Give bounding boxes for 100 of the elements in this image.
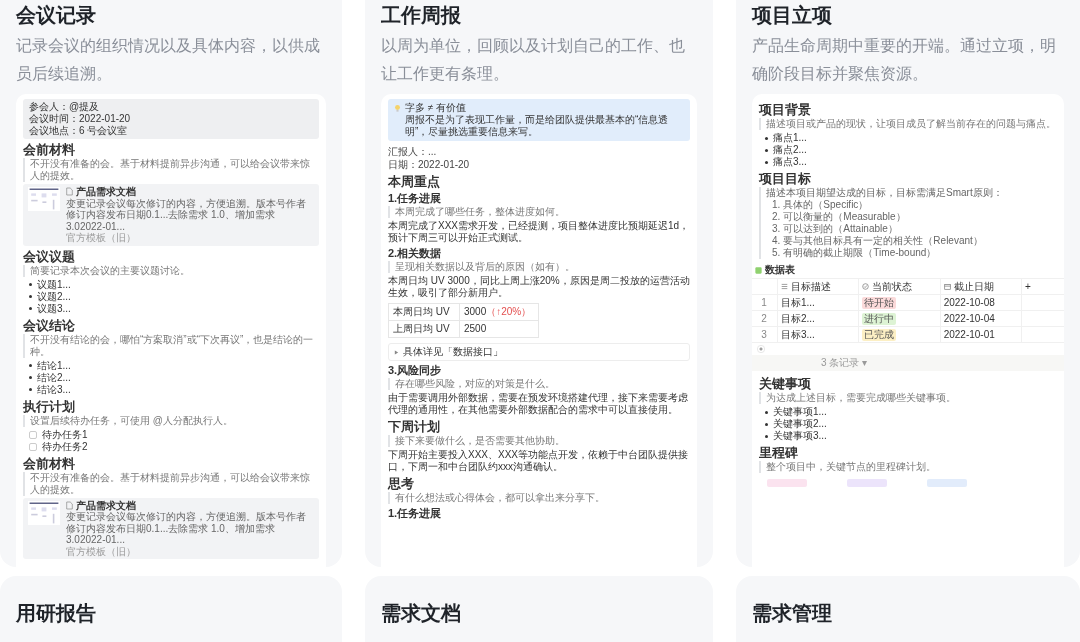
doc-quote: 描述本项目期望达成的目标，目标需满足Smart原则： [766,187,1004,199]
doc-quote: 存在哪些风险，对应的对策是什么。 [388,378,690,390]
table-cell: 2022-10-01 [939,327,1021,342]
checkbox[interactable] [29,430,37,439]
doc-quote: 不开没有结论的会，哪怕“方案取消”或“下次再议”，也是结论的一种。 [23,333,319,358]
template-card[interactable] [736,0,1080,567]
doc-heading: 项目背景 [759,103,812,117]
list-item: 要与其他目标具有一定的相关性（Relevant） [783,235,983,247]
table-cell-text: 本周日均 UV [392,305,451,319]
toggle-label: 具体详见「数据接口」 [403,346,503,358]
toggle-block[interactable]: 具体详见「数据接口」 [388,343,690,361]
column-header: 当前状态 [872,280,913,293]
bullet-icon [29,364,32,367]
table-cell: 2500 [459,321,538,337]
document-link-card[interactable]: 产品需求文档 变更记录会议每次修订的内容，方便追溯。版本号作者修订内容发布日期0.1...去除需求 1.0、增加需求 3.02022-01... 官方模板（旧） [23,184,319,246]
document-link-card[interactable]: 产品需求文档 变更记录会议每次修订的内容，方便追溯。版本号作者修订内容发布日期0.1...去除需求 1.0、增加需求 3.02022-01... 官方模板（旧） [23,497,319,559]
template-card[interactable] [0,0,342,567]
checkbox[interactable] [29,442,37,451]
doc-heading: 会议结论 [23,318,76,333]
bullet-icon [29,388,32,391]
todo-item: 待办任务2 [42,440,88,453]
list-item: 痛点2... [773,144,807,156]
card-title: 需求文档 [381,601,462,626]
bullet-icon [765,422,768,426]
card-title: 项目立项 [752,3,833,28]
list-item: 关键事项1... [773,406,827,418]
table-cell-text: 上周日均 UV [392,322,451,336]
doc-heading: 里程碑 [759,446,799,460]
card-title: 会议记录 [16,3,97,28]
list-item: 有明确的截止期限（Time-bound） [783,247,937,259]
doc-heading: 执行计划 [23,399,76,414]
doc-heading: 关键事项 [759,377,812,391]
bullet-icon [29,295,32,298]
info-line: 参会人：@提及 [29,101,101,113]
info-line: 汇报人：... [388,145,438,158]
doc-heading: 本周重点 [388,175,441,189]
table-cell: 3000（↑20%） [459,304,538,320]
doc-quote: 整个项目中，关键节点的里程碑计划。 [759,461,1057,473]
bullet-icon [29,307,32,310]
document-title: 产品需求文档 [76,499,136,511]
table-cell: 目标3... [777,327,859,342]
list-item: 结论3... [37,383,71,396]
status-tag: 已完成 [862,328,897,341]
bullet-icon [765,148,768,152]
info-line: 日期：2022-01-20 [388,158,471,171]
card-description: 产品生命周期中重要的开端。通过立项，明确阶段目标并聚焦资源。 [752,36,1057,84]
list-item: 议题2... [37,290,71,303]
status-icon [862,283,870,290]
thumbnail-drawing [28,186,60,212]
doc-paragraph: 由于需要调用外部数据，需要在预发环境搭建代理，接下来需要考虑代理的通用性，在其他需要外部数据配合的需求中可以直接使用。 [388,392,689,416]
card-title: 用研报告 [16,601,97,626]
list-item: 结论2... [37,371,71,384]
card-description: 以周为单位，回顾以及计划自己的工作、也让工作更有条理。 [381,36,686,84]
template-card[interactable]: 需求管理 [736,576,1080,642]
bullet-icon [765,410,768,414]
table-title: 数据表 [765,264,795,276]
card-description: 记录会议的组织情况以及具体内容，以供成员后续追溯。 [16,36,321,84]
add-row-icon[interactable] [757,345,765,353]
doc-heading: 项目目标 [759,172,812,186]
record-count: 3 条记录 ▾ [821,357,868,368]
document-source: 官方模板（旧） [66,545,137,557]
list-item: 痛点1... [773,132,807,144]
list-item: 痛点3... [773,156,807,168]
doc-heading: 思考 [388,477,415,491]
doc-quote: 为达成上述目标，需要完成哪些关键事项。 [759,392,1057,404]
doc-heading: 会议议题 [23,249,76,264]
document-source: 官方模板（旧） [66,232,137,244]
doc-quote: 不开没有准备的会。基于材料提前异步沟通，可以给会议带来惊人的提效。 [23,158,319,182]
doc-heading: 会前材料 [23,143,76,157]
list-item: 具体的（Specific） [783,199,869,211]
template-card[interactable]: 需求文档 [365,576,713,642]
info-line: 会议时间：2022-01-20 [29,113,132,125]
doc-subheading: 3.风险同步 [388,364,443,377]
bullet-icon [29,376,32,379]
doc-paragraph: 下周开始主要投入XXX、XXX等功能点开发，依赖于中台团队提供接口，下周一和中台团队约xxx沟通确认。 [388,449,690,473]
row-number: 2 [760,311,768,326]
doc-quote: 设置后续待办任务，可使用 @人分配执行人。 [23,414,319,427]
doc-quote: 本周完成了哪些任务，整体进度如何。 [388,206,690,218]
template-card[interactable] [365,0,713,567]
triangle-icon [394,349,399,355]
list-number: 1. [772,199,781,211]
doc-paragraph: 本周日均 UV 3000，同比上周上涨20%，原因是周二投放的运营活动生效，吸引了部分新用户。 [388,275,690,299]
list-icon [781,283,788,290]
doc-subheading: 1.任务进展 [388,192,443,205]
list-number: 5. [772,247,781,259]
document-title: 产品需求文档 [76,186,136,198]
lightbulb-icon [394,103,401,113]
doc-subheading: 2.相关数据 [388,247,443,260]
calendar-icon [943,283,951,290]
template-card[interactable]: 用研报告 [0,576,342,642]
bullet-icon [765,136,768,140]
doc-subheading: 1.任务进展 [388,507,443,520]
card-title: 需求管理 [752,601,833,626]
status-tag: 进行中 [862,312,897,325]
list-number: 4. [772,235,781,247]
doc-quote: 接下来要做什么，是否需要其他协助。 [388,435,690,447]
callout-title: 字多 ≠ 有价值 [405,102,467,114]
list-item: 结论1... [37,359,71,372]
document-summary: 变更记录会议每次修订的内容，方便追溯。版本号作者修订内容发布日期0.1...去除需求 1.0、增加需求 3.02022-01... [66,511,307,546]
bullet-icon [29,283,32,286]
